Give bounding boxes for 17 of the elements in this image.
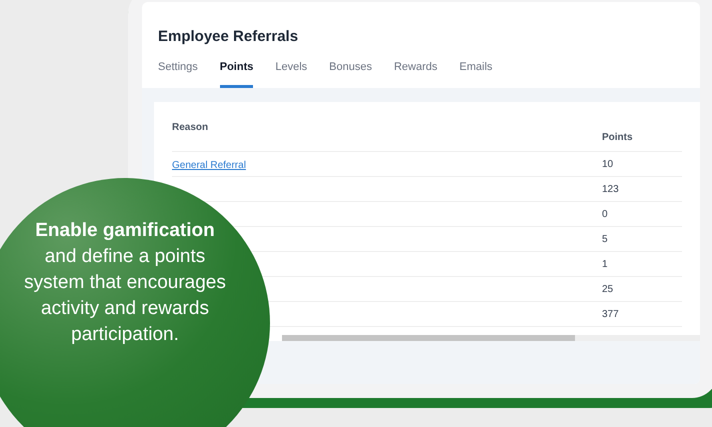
page-title: Employee Referrals <box>157 27 300 47</box>
table-cell-text: 123 <box>602 182 620 196</box>
table-cell-text: 1 <box>602 258 609 272</box>
tab[interactable]: Bonuses <box>329 58 372 88</box>
table-cell-text: 5 <box>602 232 609 246</box>
table-cell-text: 25 <box>602 282 614 296</box>
tab[interactable]: Rewards <box>394 58 438 88</box>
callout-text: Enable gamification and define a points system that encourages activity and rewards participation. <box>23 219 227 347</box>
column-header: Reason <box>172 121 210 135</box>
reason-link[interactable]: General Referral <box>172 160 246 171</box>
table-cell-text: 0 <box>602 208 609 222</box>
tab[interactable]: Levels <box>275 58 308 88</box>
tab[interactable]: Settings <box>158 58 198 88</box>
column-header: Points <box>602 131 634 145</box>
table-cell-text: 377 <box>602 308 620 322</box>
tab[interactable]: Emails <box>459 58 492 88</box>
table-cell-text: 10 <box>602 158 614 172</box>
